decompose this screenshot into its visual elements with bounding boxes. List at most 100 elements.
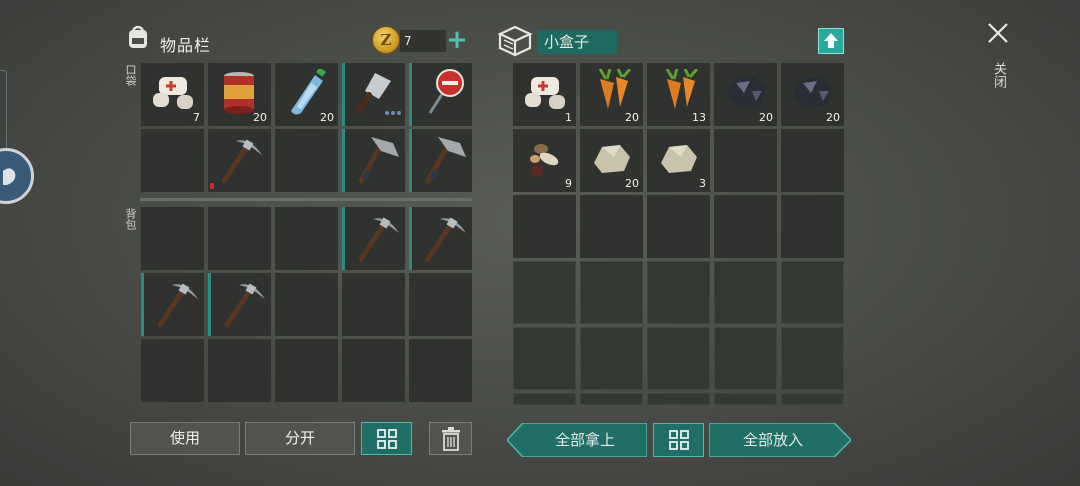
box-slot-locked [647, 261, 710, 324]
box-icon [497, 25, 533, 57]
box-slot-empty[interactable] [781, 195, 844, 258]
box-slot-empty[interactable] [647, 195, 710, 258]
backpack-slot-empty[interactable] [208, 207, 271, 270]
split-button[interactable]: 分开 [245, 422, 355, 455]
backpack-slot-empty[interactable] [275, 273, 338, 336]
inventory-slot-empty[interactable] [275, 129, 338, 192]
pocket-label: 口袋 [124, 64, 137, 86]
pickaxe-icon [425, 217, 466, 262]
coin-icon: Z [372, 26, 400, 54]
backpack-label: 背包 [124, 208, 137, 230]
inventory-slot-water-bottle[interactable]: 20 [275, 63, 338, 126]
box-slot-locked [714, 393, 777, 405]
put-all-label: 全部放入 [742, 431, 803, 449]
box-slot-coal[interactable]: 20 [781, 63, 844, 126]
box-slot-empty[interactable] [781, 129, 844, 192]
box-slot-locked [714, 261, 777, 324]
sort-inventory-button[interactable] [361, 422, 412, 455]
close-icon[interactable] [985, 20, 1011, 46]
box-slot-empty[interactable] [714, 195, 777, 258]
coal-icon [726, 77, 766, 107]
box-slot-carrot[interactable]: 20 [580, 63, 643, 126]
pickaxe-icon [358, 217, 399, 262]
pickaxe-icon [221, 139, 262, 184]
inventory-slot-stop-sign[interactable] [409, 63, 472, 126]
box-slot-bandage[interactable]: 1 [513, 63, 576, 126]
inventory-slot-hatchet[interactable] [409, 129, 472, 192]
backpack-slot-pickaxe[interactable] [342, 207, 405, 270]
box-slot-stone[interactable]: 3 [647, 129, 710, 192]
grid-sort-icon [668, 430, 689, 450]
backpack-slot-empty[interactable] [409, 339, 472, 402]
carrot-icon [598, 69, 632, 109]
trash-button[interactable] [429, 422, 472, 455]
cloud-icon [3, 168, 16, 185]
box-slot-stone[interactable]: 20 [580, 129, 643, 192]
backpack-slot-empty[interactable] [275, 207, 338, 270]
backpack-slot-pickaxe[interactable] [141, 273, 204, 336]
item-count: 3 [699, 177, 706, 190]
backpack-icon [129, 25, 147, 48]
cleaver-icon [356, 73, 401, 115]
backpack-slot-empty[interactable] [141, 207, 204, 270]
box-slot-locked [580, 393, 643, 405]
backpack-slot-empty[interactable] [342, 339, 405, 402]
put-all-button[interactable]: 全部放入 [709, 423, 851, 457]
plus-icon[interactable]: + [446, 27, 468, 53]
upload-icon[interactable] [818, 28, 844, 54]
seeds-icon [530, 144, 559, 177]
box-slot-locked [781, 261, 844, 324]
stone-icon [661, 145, 697, 173]
take-all-label: 全部拿上 [554, 431, 615, 449]
item-count: 20 [826, 111, 840, 124]
backpack-slot-empty[interactable] [409, 273, 472, 336]
bandage-icon [153, 77, 193, 109]
stone-icon [594, 145, 630, 173]
box-slot-carrot[interactable]: 13 [647, 63, 710, 126]
backpack-slot-empty[interactable] [342, 273, 405, 336]
backpack-slot-pickaxe[interactable] [409, 207, 472, 270]
take-all-button[interactable]: 全部拿上 [507, 423, 647, 457]
durability-low-indicator [210, 183, 214, 189]
inventory-slot-empty[interactable] [141, 129, 204, 192]
close-label[interactable]: 关闭 [990, 62, 1006, 88]
box-slot-empty[interactable] [513, 195, 576, 258]
inventory-slot-pickaxe[interactable] [208, 129, 271, 192]
backpack-slot-pickaxe[interactable] [208, 273, 271, 336]
inventory-slot-hatchet[interactable] [342, 129, 405, 192]
item-count: 9 [565, 177, 572, 190]
edge-tab[interactable] [0, 70, 7, 152]
box-slot-locked [513, 393, 576, 405]
use-button[interactable]: 使用 [130, 422, 240, 455]
box-slot-locked [781, 327, 844, 390]
carrot-icon [665, 69, 699, 109]
hatchet-icon [425, 137, 466, 184]
box-slot-locked [781, 393, 844, 405]
box-slot-locked [580, 327, 643, 390]
box-slot-empty[interactable] [580, 195, 643, 258]
item-count: 13 [692, 111, 706, 124]
sort-box-button[interactable] [653, 423, 704, 457]
inventory-slot-canned-food[interactable]: 20 [208, 63, 271, 126]
canned-food-icon [224, 72, 254, 114]
water-bottle-icon [291, 69, 326, 115]
backpack-slot-empty[interactable] [141, 339, 204, 402]
pickaxe-icon [224, 283, 265, 328]
item-count: 20 [253, 111, 267, 124]
box-slot-coal[interactable]: 20 [714, 63, 777, 126]
edge-joystick-button[interactable] [0, 148, 34, 204]
inventory-slot-bandage[interactable]: 7 [141, 63, 204, 126]
backpack-slot-empty[interactable] [275, 339, 338, 402]
box-slot-locked [513, 261, 576, 324]
backpack-slot-empty[interactable] [208, 339, 271, 402]
box-slot-seeds[interactable]: 9 [513, 129, 576, 192]
box-slot-locked [513, 327, 576, 390]
box-slot-empty[interactable] [714, 129, 777, 192]
box-title[interactable]: 小盒子 [538, 30, 617, 54]
inventory-slot-cleaver[interactable] [342, 63, 405, 126]
stop-sign-icon [428, 69, 464, 114]
grid-sort-icon [376, 429, 397, 449]
bandage-icon [525, 77, 565, 109]
trash-icon [441, 427, 460, 451]
box-slot-locked [714, 327, 777, 390]
